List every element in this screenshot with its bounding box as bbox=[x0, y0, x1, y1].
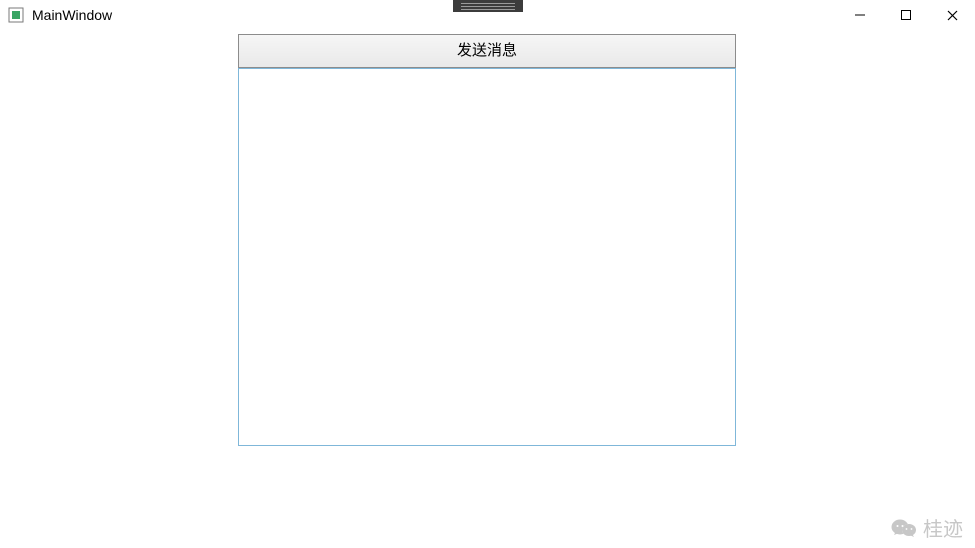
window-title: MainWindow bbox=[32, 7, 112, 23]
minimize-button[interactable] bbox=[837, 0, 883, 30]
window-grab-handle[interactable] bbox=[453, 0, 523, 12]
close-button[interactable] bbox=[929, 0, 975, 30]
watermark-text: 桂迹 bbox=[923, 513, 963, 542]
message-panel[interactable] bbox=[238, 68, 736, 446]
window-controls bbox=[837, 0, 975, 30]
wechat-icon bbox=[891, 518, 917, 538]
client-area: 发送消息 bbox=[0, 30, 975, 548]
maximize-button[interactable] bbox=[883, 0, 929, 30]
send-message-button[interactable]: 发送消息 bbox=[238, 34, 736, 68]
app-icon bbox=[8, 7, 24, 23]
watermark: 桂迹 bbox=[891, 513, 963, 542]
